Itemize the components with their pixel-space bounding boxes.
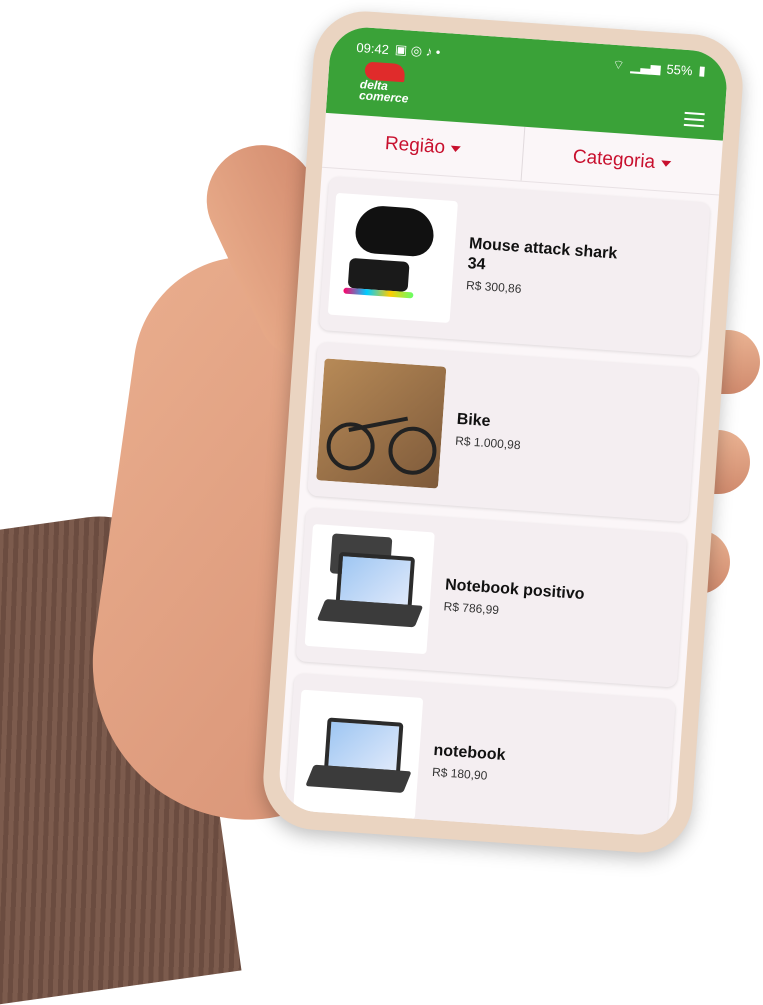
notification-icons: ▣ ◎ ♪ • — [394, 41, 441, 60]
product-name: notebook — [433, 741, 507, 764]
battery-icon: ▮ — [698, 62, 707, 79]
product-name: Bike — [456, 410, 492, 431]
phone-screen: 09:42 ▣ ◎ ♪ • ⌔ ▁▃▅ 55% ▮ delta comerce — [277, 25, 729, 837]
product-image — [293, 689, 424, 820]
phone: 09:42 ▣ ◎ ♪ • ⌔ ▁▃▅ 55% ▮ delta comerce — [259, 8, 747, 856]
menu-icon[interactable] — [683, 108, 705, 131]
product-image — [304, 523, 435, 655]
region-filter-label: Região — [384, 133, 446, 159]
product-card[interactable]: Bike R$ 1.000,98 — [307, 341, 699, 523]
product-card[interactable]: Notebook positivo R$ 786,99 — [295, 507, 688, 688]
product-image — [327, 192, 458, 324]
signal-icon: ▁▃▅ — [630, 58, 662, 76]
category-filter-label: Categoria — [572, 146, 656, 173]
product-price: R$ 180,90 — [431, 764, 488, 783]
product-list: Mouse attack shark 34 R$ 300,86 Bike R$ … — [277, 168, 719, 837]
product-card[interactable]: Mouse attack shark 34 R$ 300,86 — [318, 176, 711, 357]
wifi-icon: ⌔ — [611, 56, 626, 73]
caret-down-icon — [450, 145, 462, 153]
status-time: 09:42 — [355, 39, 390, 57]
product-card[interactable]: notebook R$ 180,90 — [283, 673, 676, 837]
product-image — [316, 358, 447, 489]
product-price: R$ 1.000,98 — [454, 433, 521, 453]
product-name: Mouse attack shark 34 — [467, 235, 618, 274]
caret-down-icon — [660, 160, 672, 168]
battery-level: 55% — [666, 61, 694, 78]
brand-logo[interactable]: delta comerce — [353, 61, 426, 106]
